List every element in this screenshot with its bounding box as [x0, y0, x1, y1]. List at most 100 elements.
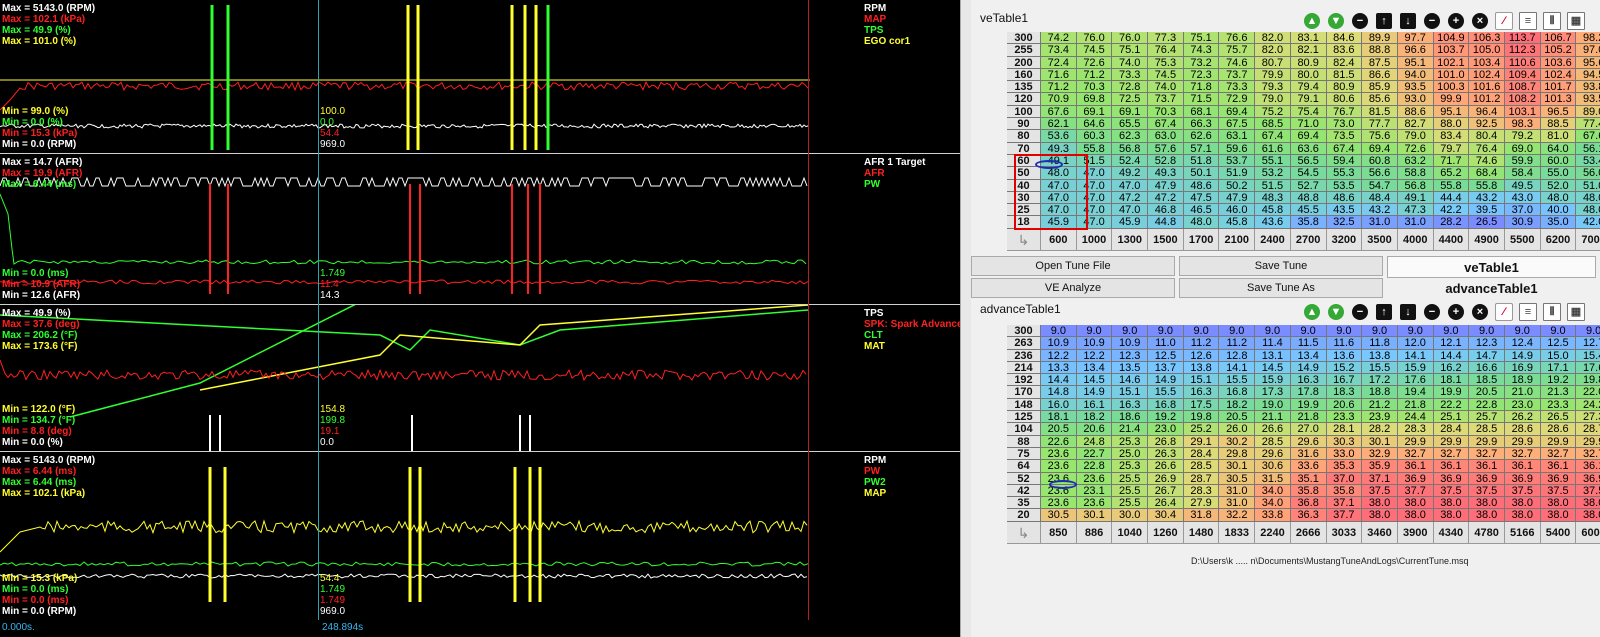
table-cell[interactable]: 70.9 [1041, 93, 1077, 106]
table-cell[interactable]: 101.0 [1433, 68, 1470, 82]
table-cell[interactable]: 49.1 [1397, 191, 1434, 205]
table-cell[interactable]: 26.5 [1540, 411, 1577, 424]
table-cell[interactable]: 72.6 [1076, 56, 1113, 69]
table-cell[interactable]: 42.2 [1433, 204, 1470, 217]
table-cell[interactable]: 38.0 [1469, 497, 1505, 510]
table-cell[interactable]: 38.0 [1576, 509, 1600, 522]
table-cell[interactable]: 49.3 [1148, 167, 1184, 180]
table-cell[interactable]: 29.9 [1433, 435, 1470, 448]
table-cell[interactable]: 36.9 [1469, 472, 1505, 485]
table-cell[interactable]: 79.7 [1433, 142, 1470, 155]
save-tune-button[interactable]: Save Tune [1179, 256, 1383, 276]
table-cell[interactable]: 101.7 [1540, 81, 1577, 94]
table-cell[interactable]: 44.4 [1433, 191, 1470, 205]
table-cell[interactable]: 75.7 [1219, 44, 1256, 57]
table-cell[interactable]: 25.1 [1433, 411, 1470, 424]
table-cell[interactable]: 12.8 [1219, 349, 1256, 362]
table-cell[interactable]: 21.1 [1255, 411, 1291, 424]
table-cell[interactable]: 28.6 [1504, 423, 1541, 436]
table-cell[interactable]: 35.0 [1540, 216, 1577, 229]
table-cell[interactable]: 14.1 [1397, 349, 1434, 362]
table-cell[interactable]: 31.0 [1397, 216, 1434, 229]
table-cell[interactable]: 82.0 [1255, 32, 1291, 45]
table-cell[interactable]: 87.5 [1362, 56, 1398, 69]
table-cell[interactable]: 82.7 [1397, 118, 1434, 131]
table-cell[interactable]: 13.8 [1362, 349, 1398, 362]
time-cursor-line[interactable] [318, 0, 319, 620]
table-cell[interactable]: 81.5 [1326, 68, 1363, 82]
table-cell[interactable]: 48.0 [1576, 191, 1600, 205]
table-cell[interactable]: 30.3 [1326, 435, 1363, 448]
table-cell[interactable]: 36.9 [1576, 472, 1600, 485]
table-cell[interactable]: 20.5 [1469, 386, 1505, 399]
table-cell[interactable]: 21.2 [1362, 398, 1398, 412]
table-cell[interactable]: 26.5 [1469, 216, 1505, 229]
table-cell[interactable]: 26.3 [1148, 447, 1184, 461]
table-cell[interactable]: 15.4 [1576, 349, 1600, 362]
minus-button[interactable]: − [1349, 301, 1371, 323]
table-cell[interactable]: 57.6 [1148, 142, 1184, 155]
table-cell[interactable]: 38.0 [1469, 509, 1505, 522]
table-cell[interactable]: 50.1 [1183, 167, 1220, 180]
table-cell[interactable]: 37.7 [1397, 484, 1434, 498]
table-cell[interactable]: 93.8 [1576, 81, 1600, 94]
table-cell[interactable]: 26.7 [1148, 484, 1184, 498]
table-cell[interactable]: 62.6 [1183, 130, 1220, 143]
table-cell[interactable]: 65.5 [1112, 118, 1149, 131]
table-cell[interactable]: 97.0 [1576, 44, 1600, 57]
table-cell[interactable]: 29.9 [1504, 435, 1541, 448]
table-cell[interactable]: 30.0 [1112, 509, 1149, 522]
table-cell[interactable]: 42.0 [1576, 216, 1600, 229]
table-cell[interactable]: 23.6 [1076, 497, 1113, 510]
table-cell[interactable]: 94.5 [1576, 68, 1600, 82]
table-cell[interactable]: 89.0 [1576, 105, 1600, 119]
table-cell[interactable]: 10.9 [1112, 337, 1149, 350]
table-cell[interactable]: 71.7 [1433, 154, 1470, 168]
table-cell[interactable]: 47.2 [1148, 191, 1184, 205]
axis-swap-icon[interactable]: ↳ [1007, 228, 1041, 251]
table-cell[interactable]: 80.9 [1290, 56, 1327, 69]
table-cell[interactable]: 76.4 [1469, 142, 1505, 155]
table-cell[interactable]: 18.2 [1076, 411, 1113, 424]
table-cell[interactable]: 40.0 [1540, 204, 1577, 217]
table-cell[interactable]: 29.9 [1469, 435, 1505, 448]
table-cell[interactable]: 71.0 [1290, 118, 1327, 131]
table-cell[interactable]: 26.4 [1148, 497, 1184, 510]
table-cell[interactable]: 44.8 [1148, 216, 1184, 229]
table-cell[interactable]: 9.0 [1290, 325, 1327, 338]
table-cell[interactable]: 16.0 [1041, 398, 1077, 412]
table-cell[interactable]: 17.6 [1576, 361, 1600, 375]
table-cell[interactable]: 12.6 [1183, 349, 1220, 362]
table-cell[interactable]: 31.0 [1219, 484, 1256, 498]
table-cell[interactable]: 69.1 [1076, 105, 1113, 119]
table-cell[interactable]: 71.2 [1041, 81, 1077, 94]
table-cell[interactable]: 35.9 [1362, 460, 1398, 473]
table-cell[interactable]: 74.6 [1219, 56, 1256, 69]
table-cell[interactable]: 16.2 [1433, 361, 1470, 375]
table-cell[interactable]: 23.1 [1076, 484, 1113, 498]
table-cell[interactable]: 104.9 [1433, 32, 1470, 45]
table-cell[interactable]: 79.4 [1290, 81, 1327, 94]
table-cell[interactable]: 13.4 [1076, 361, 1113, 375]
table-cell[interactable]: 75.2 [1255, 105, 1291, 119]
table-cell[interactable]: 28.6 [1540, 423, 1577, 436]
table-cell[interactable]: 9.0 [1576, 325, 1600, 338]
table-cell[interactable]: 60.3 [1076, 130, 1113, 143]
table-cell[interactable]: 38.0 [1397, 497, 1434, 510]
table-cell[interactable]: 113.7 [1504, 32, 1541, 45]
table-cell[interactable]: 11.2 [1219, 337, 1256, 350]
table-cell[interactable]: 80.9 [1326, 81, 1363, 94]
table-cell[interactable]: 32.9 [1362, 447, 1398, 461]
table-cell[interactable]: 14.9 [1076, 386, 1113, 399]
table-cell[interactable]: 12.2 [1041, 349, 1077, 362]
table-cell[interactable]: 88.8 [1362, 44, 1398, 57]
table-cell[interactable]: 50.2 [1219, 179, 1256, 192]
table-cell[interactable]: 39.5 [1469, 204, 1505, 217]
table-cell[interactable]: 13.8 [1183, 361, 1220, 375]
table-cell[interactable]: 16.8 [1219, 386, 1256, 399]
table-cell[interactable]: 19.8 [1183, 411, 1220, 424]
table-cell[interactable]: 81.0 [1540, 130, 1577, 143]
table-cell[interactable]: 30.1 [1219, 460, 1256, 473]
table-cell[interactable]: 89.9 [1362, 32, 1398, 45]
axis-swap-icon[interactable]: ↳ [1007, 521, 1041, 544]
